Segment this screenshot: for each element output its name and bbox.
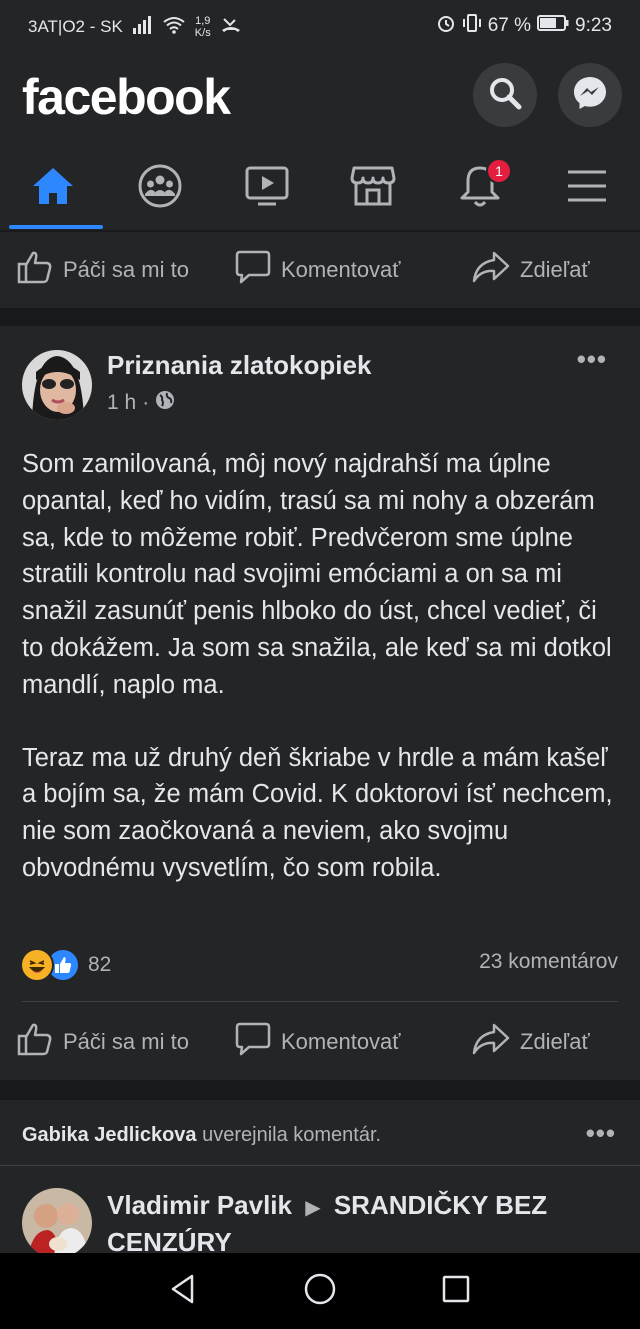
- post-card: Priznania zlatokopiek 1 h · ••• Som zami…: [0, 326, 640, 1080]
- post2-author[interactable]: Vladimir Pavlik: [107, 1190, 292, 1220]
- comment-icon: [235, 249, 271, 291]
- alarm-icon: [436, 13, 456, 39]
- back-button[interactable]: [163, 1271, 203, 1311]
- hamburger-menu-icon: [567, 169, 607, 208]
- speed-unit: K/s: [194, 27, 211, 39]
- recents-square-icon: [441, 1274, 471, 1309]
- back-triangle-icon: [168, 1273, 198, 1310]
- comment-button[interactable]: Komentovať: [235, 1021, 401, 1063]
- share-icon: [472, 1021, 510, 1063]
- tab-watch[interactable]: [217, 150, 317, 226]
- network-speed: 1,9 K/s: [195, 15, 211, 39]
- post-text: Som zamilovaná, môj nový najdrahší ma úp…: [22, 446, 622, 887]
- recents-button[interactable]: [436, 1271, 476, 1311]
- tab-notifications[interactable]: 1: [430, 150, 530, 226]
- comment-label: Komentovať: [281, 1029, 401, 1054]
- reaction-count: 82: [88, 953, 112, 976]
- notification-badge: 1: [486, 158, 512, 184]
- signal-icon: [132, 15, 153, 39]
- activity-user[interactable]: Gabika Jedlickova: [22, 1124, 197, 1146]
- post-paragraph: Teraz ma už druhý deň škriabe v hrdle a …: [22, 743, 613, 882]
- activity-action: uverejnila komentár.: [202, 1124, 382, 1146]
- battery-icon: [537, 15, 569, 37]
- clock: 9:23: [575, 15, 612, 36]
- vibrate-icon: [462, 13, 482, 39]
- prev-comment-button[interactable]: Komentovať: [235, 249, 401, 291]
- marketplace-icon: [350, 164, 396, 213]
- share-icon: [472, 249, 510, 291]
- share-label: Zdieľať: [520, 1029, 590, 1054]
- main-tabs: 1: [0, 150, 640, 230]
- prev-post-action-bar: Páči sa mi to Komentovať Zdieľať: [0, 232, 640, 308]
- battery-percent: 67 %: [487, 15, 532, 36]
- post-time[interactable]: 1 h: [107, 391, 136, 415]
- carrier-label: 3AT|O2 - SK: [28, 17, 123, 36]
- triangle-right-icon: ▶: [305, 1197, 321, 1219]
- share-button[interactable]: Zdieľať: [472, 1021, 590, 1063]
- speed-value: 1,9: [195, 15, 211, 27]
- post2-header: Vladimir Pavlik ▶ SRANDIČKY BEZ CENZÚRY: [107, 1188, 607, 1256]
- missed-call-icon: [221, 17, 241, 38]
- home-circle-icon: [303, 1272, 337, 1311]
- tab-marketplace[interactable]: [323, 150, 423, 226]
- comment-icon: [235, 1021, 271, 1063]
- globe-icon: [155, 390, 175, 416]
- post-options-button[interactable]: •••: [577, 344, 607, 375]
- thumbs-up-icon: [17, 249, 53, 291]
- meta-separator: ·: [142, 391, 150, 414]
- comment-label: Komentovať: [281, 257, 401, 282]
- search-icon: [488, 76, 522, 115]
- activity-header: Gabika Jedlickova uverejnila komentár. •…: [0, 1100, 640, 1166]
- messenger-icon: [572, 75, 608, 116]
- post-action-bar: Páči sa mi to Komentovať Zdieľať: [0, 1004, 640, 1080]
- reaction-summary[interactable]: 82: [20, 948, 111, 982]
- more-dots-icon: •••: [585, 1118, 616, 1148]
- search-button[interactable]: [473, 63, 537, 127]
- prev-like-button[interactable]: Páči sa mi to: [17, 249, 189, 291]
- like-label: Páči sa mi to: [63, 257, 189, 282]
- status-bar: 3AT|O2 - SK 1,9 K/s 67 % 9:23: [0, 0, 640, 50]
- more-dots-icon: •••: [576, 344, 607, 374]
- video-icon: [244, 165, 290, 212]
- home-icon: [31, 166, 75, 211]
- activity-text: Gabika Jedlickova uverejnila komentár.: [22, 1124, 381, 1147]
- like-button[interactable]: Páči sa mi to: [17, 1021, 189, 1063]
- wifi-icon: [163, 16, 185, 39]
- tab-menu[interactable]: [537, 150, 637, 226]
- tab-home[interactable]: [3, 150, 103, 229]
- activity-options-button[interactable]: •••: [586, 1118, 616, 1149]
- post-author-avatar[interactable]: [22, 350, 92, 420]
- prev-share-button[interactable]: Zdieľať: [472, 249, 590, 291]
- facebook-logo[interactable]: facebook: [22, 68, 231, 126]
- like-label: Páči sa mi to: [63, 1029, 189, 1054]
- post-separator: [22, 1001, 618, 1002]
- tab-groups[interactable]: [110, 150, 210, 226]
- groups-icon: [137, 163, 183, 214]
- home-button[interactable]: [300, 1271, 340, 1311]
- post-card-2: Vladimir Pavlik ▶ SRANDIČKY BEZ CENZÚRY: [0, 1166, 640, 1256]
- haha-reaction-icon: [20, 948, 54, 982]
- comment-count[interactable]: 23 komentárov: [479, 950, 618, 974]
- share-label: Zdieľať: [520, 257, 590, 282]
- android-nav-bar: [0, 1253, 640, 1329]
- post-paragraph: Som zamilovaná, môj nový najdrahší ma úp…: [22, 450, 612, 699]
- post-meta: 1 h ·: [107, 390, 175, 416]
- messenger-button[interactable]: [558, 63, 622, 127]
- post-author-name[interactable]: Priznania zlatokopiek: [107, 350, 371, 381]
- post2-author-avatar[interactable]: [22, 1188, 92, 1256]
- app-header: facebook 1: [0, 50, 640, 230]
- thumbs-up-icon: [17, 1021, 53, 1063]
